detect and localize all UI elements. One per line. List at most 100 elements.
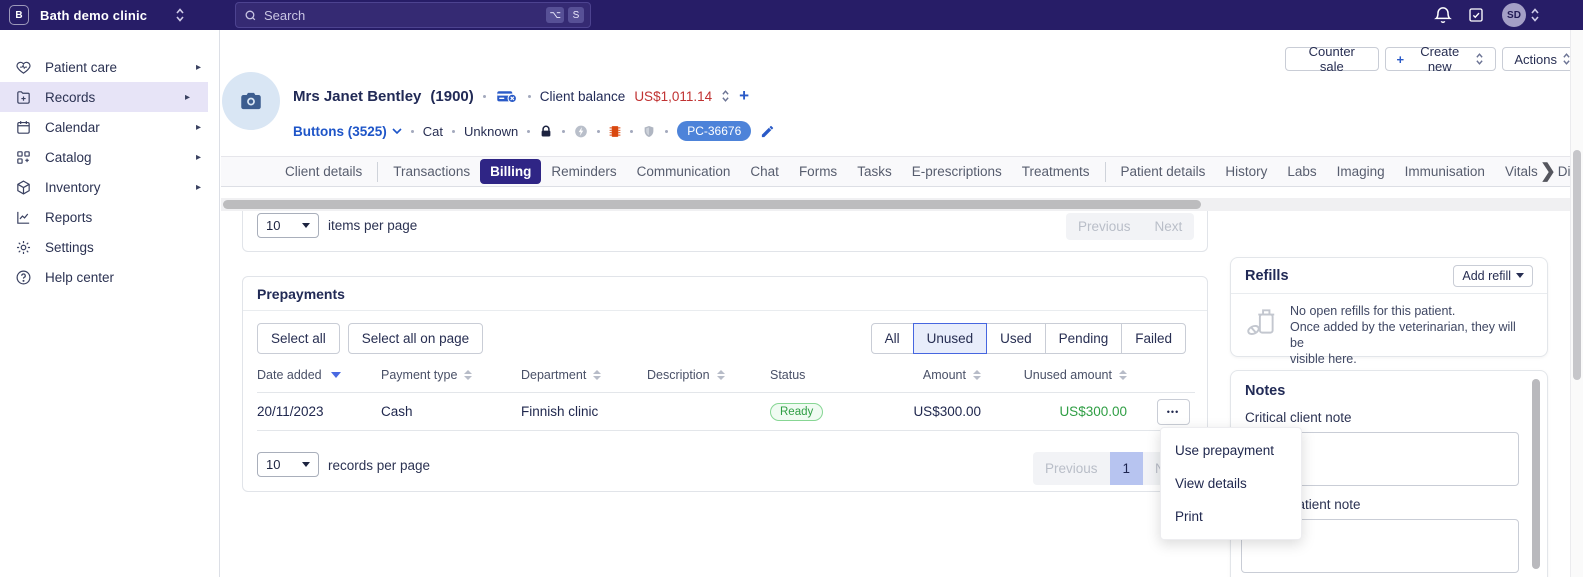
search-input[interactable] — [264, 7, 543, 23]
tab-tasks[interactable]: Tasks — [847, 159, 902, 184]
filter-failed[interactable]: Failed — [1121, 323, 1186, 354]
select-all-on-page-button[interactable]: Select all on page — [347, 323, 484, 354]
sort-icon — [464, 369, 473, 380]
sidebar-item-patient-care[interactable]: Patient care ▸ — [0, 52, 219, 82]
patient-photo-placeholder[interactable] — [222, 72, 280, 130]
sidebar-item-records[interactable]: Records ▸ — [0, 82, 208, 112]
shortcut-key-s: S — [568, 7, 584, 23]
row-more-button[interactable]: ••• — [1156, 398, 1190, 425]
menu-item-view-details[interactable]: View details — [1161, 467, 1301, 500]
horizontal-scrollbar — [221, 198, 1571, 211]
column-department[interactable]: Department — [521, 368, 647, 382]
cell-unused-amount: US$300.00 — [1059, 404, 1127, 419]
separator-dot — [527, 94, 531, 98]
card-declined-icon[interactable] — [495, 89, 519, 104]
prepayments-title: Prepayments — [257, 285, 345, 302]
filter-unused[interactable]: Unused — [912, 323, 988, 354]
tab-reminders[interactable]: Reminders — [541, 159, 626, 184]
filter-all[interactable]: All — [870, 323, 914, 354]
next-page-button[interactable]: Next — [1142, 213, 1195, 240]
tab-treatments[interactable]: Treatments — [1012, 159, 1100, 184]
reports-icon — [15, 209, 32, 226]
separator-dot — [452, 129, 455, 133]
prepayments-controls: Select all Select all on page All Unused… — [257, 323, 1186, 354]
clinic-switcher-icon[interactable] — [175, 7, 185, 23]
patient-tabbar: Client details Transactions Billing Remi… — [221, 156, 1583, 187]
patient-care-icon — [15, 59, 32, 76]
select-all-button[interactable]: Select all — [257, 323, 340, 354]
clinic-name[interactable]: Bath demo clinic — [40, 8, 147, 23]
previous-page-button[interactable]: Previous — [1066, 213, 1143, 240]
column-date-added[interactable]: Date added — [257, 368, 381, 382]
filter-pending[interactable]: Pending — [1044, 323, 1123, 354]
sidebar-item-reports[interactable]: Reports — [0, 202, 219, 232]
neuter-status-icon — [574, 124, 588, 139]
add-payment-plus-icon[interactable]: + — [739, 86, 749, 106]
expand-arrow-icon: ▸ — [195, 151, 201, 163]
tab-labs[interactable]: Labs — [1277, 159, 1326, 184]
patient-species: Cat — [422, 123, 443, 139]
tab-billing[interactable]: Billing — [480, 159, 542, 184]
page-actions: Counter sale + Create new Actions — [1285, 44, 1583, 74]
sidebar-item-settings[interactable]: Settings — [0, 232, 219, 262]
records-icon — [15, 89, 32, 106]
create-new-button[interactable]: + Create new — [1384, 44, 1497, 74]
tasks-check-icon[interactable] — [1467, 6, 1485, 24]
records-per-page-select[interactable]: 10 — [257, 452, 319, 477]
clinic-initial-badge: B — [9, 5, 29, 25]
items-per-page-select[interactable]: 10 — [257, 213, 319, 238]
sidebar-item-inventory[interactable]: Inventory ▸ — [0, 172, 219, 202]
shortcut-key-alt: ⌥ — [546, 7, 564, 23]
tab-client-details[interactable]: Client details — [275, 159, 372, 184]
global-search[interactable]: ⌥ S — [235, 2, 591, 28]
column-payment-type[interactable]: Payment type — [381, 368, 521, 382]
prepayments-header: Prepayments — [243, 277, 1207, 311]
tab-imaging[interactable]: Imaging — [1327, 159, 1395, 184]
column-amount[interactable]: Amount — [888, 368, 1005, 382]
user-avatar[interactable]: SD — [1502, 3, 1526, 27]
tab-patient-details[interactable]: Patient details — [1111, 159, 1216, 184]
column-description[interactable]: Description — [647, 368, 770, 382]
notes-scrollbar-thumb[interactable] — [1532, 379, 1540, 569]
sort-icon — [593, 369, 602, 380]
counter-sale-button[interactable]: Counter sale — [1285, 44, 1379, 74]
client-name[interactable]: Mrs Janet Bentley — [293, 88, 421, 105]
sidebar-item-help-center[interactable]: Help center — [0, 262, 219, 292]
tab-transactions[interactable]: Transactions — [383, 159, 480, 184]
notifications-bell-icon[interactable] — [1433, 5, 1453, 25]
menu-item-print[interactable]: Print — [1161, 500, 1301, 533]
filter-used[interactable]: Used — [986, 323, 1046, 354]
tab-scroll-right-icon[interactable]: ❯ — [1540, 160, 1556, 183]
column-unused-amount[interactable]: Unused amount — [1005, 368, 1151, 382]
plus-icon: + — [1396, 51, 1405, 67]
notes-scrollbar — [1532, 379, 1540, 577]
app-window: B Bath demo clinic ⌥ S SD Patient care ▸ — [0, 0, 1583, 577]
balance-sort-icon[interactable] — [721, 89, 730, 103]
pill-bottle-icon — [1245, 305, 1279, 339]
patient-code-badge[interactable]: PC-36676 — [677, 121, 752, 141]
menu-item-use-prepayment[interactable]: Use prepayment — [1161, 434, 1301, 467]
sidebar-item-calendar[interactable]: Calendar ▸ — [0, 112, 219, 142]
refills-card: Refills Add refill No open refills for t… — [1230, 257, 1548, 366]
tab-forms[interactable]: Forms — [789, 159, 847, 184]
tab-history[interactable]: History — [1215, 159, 1277, 184]
add-refill-button[interactable]: Add refill — [1453, 264, 1533, 287]
user-menu-chevron-icon[interactable] — [1530, 7, 1540, 28]
vertical-scrollbar — [1570, 30, 1583, 577]
expand-arrow-icon: ▸ — [195, 181, 201, 193]
prepayments-table: Date added Payment type Department Descr… — [257, 357, 1195, 431]
horizontal-scrollbar-thumb[interactable] — [223, 200, 1201, 209]
client-balance-value: US$1,011.14 — [634, 88, 713, 104]
page-1-button[interactable]: 1 — [1109, 452, 1144, 485]
separator-dot — [527, 129, 531, 133]
vertical-scrollbar-thumb[interactable] — [1573, 150, 1581, 380]
camera-icon — [241, 92, 261, 110]
edit-pencil-icon[interactable] — [760, 124, 775, 139]
tab-communication[interactable]: Communication — [627, 159, 741, 184]
tab-chat[interactable]: Chat — [740, 159, 789, 184]
tab-immunisation[interactable]: Immunisation — [1395, 159, 1495, 184]
patient-name-link[interactable]: Buttons (3525) — [293, 124, 402, 139]
previous-page-button[interactable]: Previous — [1033, 452, 1110, 485]
tab-e-prescriptions[interactable]: E-prescriptions — [902, 159, 1012, 184]
sidebar-item-catalog[interactable]: Catalog ▸ — [0, 142, 219, 172]
